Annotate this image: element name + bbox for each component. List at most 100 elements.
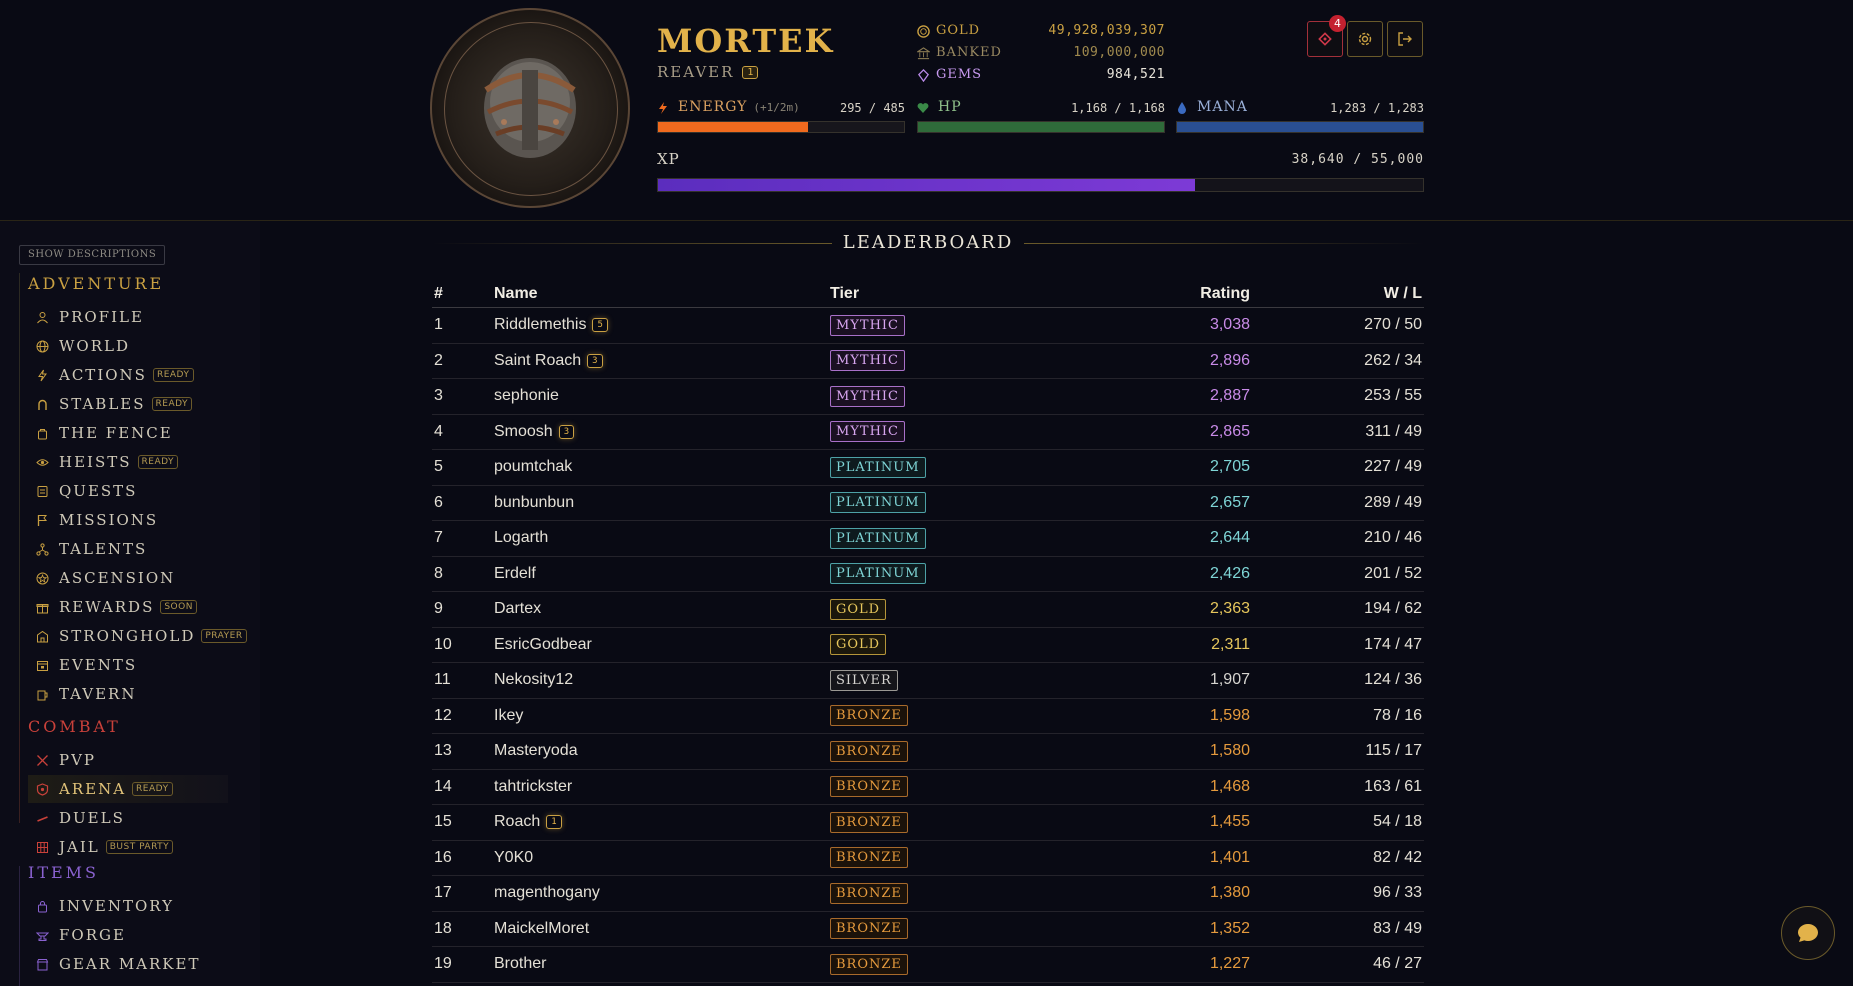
tier-badge: BRONZE — [830, 740, 908, 762]
nav-stronghold[interactable]: STRONGHOLD PRAYER — [28, 622, 247, 650]
name-cell[interactable]: MaickelMoret — [494, 911, 830, 947]
adventure-divider — [19, 273, 20, 721]
nav-events[interactable]: EVENTS — [28, 651, 228, 679]
nav-the-fence[interactable]: THE FENCE — [28, 419, 228, 447]
nav-missions[interactable]: MISSIONS — [28, 506, 228, 534]
player-name-text: Brother — [494, 955, 547, 973]
tier-cell: BRONZE — [830, 875, 1070, 912]
player-name-text: Y0K0 — [494, 848, 534, 866]
player-avatar[interactable] — [430, 8, 630, 208]
table-row[interactable]: 16 Y0K0 BRONZE 1,401 82 / 42 — [432, 840, 1424, 876]
name-cell[interactable]: Nekosity12 — [494, 662, 830, 699]
name-cell[interactable]: Y0K0 — [494, 840, 830, 876]
table-row[interactable]: 18 MaickelMoret BRONZE 1,352 83 / 49 — [432, 911, 1424, 947]
wl-cell: 201 / 52 — [1250, 556, 1424, 592]
xp-value: 38,640 / 55,000 — [1291, 152, 1424, 167]
nav-stables[interactable]: STABLES READY — [28, 390, 228, 418]
nav-forge[interactable]: FORGE — [28, 921, 228, 949]
energy-label-text: ENERGY — [678, 99, 748, 115]
nav-jail[interactable]: JAIL BUST PARTY — [28, 833, 228, 861]
table-row[interactable]: 11 Nekosity12 SILVER 1,907 124 / 36 — [432, 662, 1424, 699]
table-row[interactable]: 19 Brother BRONZE 1,227 46 / 27 — [432, 946, 1424, 983]
table-row[interactable]: 12 Ikey BRONZE 1,598 78 / 16 — [432, 698, 1424, 734]
table-row[interactable]: 3 sephonie MYTHIC 2,887 253 / 55 — [432, 378, 1424, 415]
name-cell[interactable]: poumtchak — [494, 449, 830, 486]
crossed-swords-icon — [37, 754, 48, 766]
name-cell[interactable]: Riddlemethis 5 — [494, 307, 830, 344]
table-row[interactable]: 7 Logarth PLATINUM 2,644 210 / 46 — [432, 520, 1424, 557]
tier-badge: PLATINUM — [830, 492, 926, 514]
nav-the-fence-label: THE FENCE — [59, 424, 173, 442]
hp-bar-fill — [918, 122, 1164, 132]
name-cell[interactable]: Smoosh 3 — [494, 414, 830, 450]
logout-button[interactable] — [1387, 21, 1423, 57]
name-cell[interactable]: Ikey — [494, 698, 830, 734]
nav-duels[interactable]: DUELS — [28, 804, 228, 832]
name-cell[interactable]: Erdelf — [494, 556, 830, 592]
eye-icon — [36, 458, 49, 466]
col-tier[interactable]: Tier — [830, 280, 1070, 308]
nav-ascension[interactable]: ASCENSION — [28, 564, 228, 592]
col-wl[interactable]: W / L — [1250, 280, 1424, 308]
nav-gear-market-label: GEAR MARKET — [59, 955, 201, 973]
name-cell[interactable]: Roach 1 — [494, 804, 830, 841]
name-cell[interactable]: Saint Roach 3 — [494, 343, 830, 379]
nav-forge-label: FORGE — [59, 926, 126, 944]
table-row[interactable]: 14 tahtrickster BRONZE 1,468 163 / 61 — [432, 769, 1424, 805]
nav-actions[interactable]: ACTIONS READY — [28, 361, 228, 389]
show-descriptions-button[interactable]: SHOW DESCRIPTIONS — [19, 245, 166, 265]
tier-cell: BRONZE — [830, 946, 1070, 983]
table-row[interactable]: 5 poumtchak PLATINUM 2,705 227 / 49 — [432, 449, 1424, 486]
nav-profile[interactable]: PROFILE — [28, 303, 228, 331]
player-name-text: Ikey — [494, 706, 524, 724]
name-cell[interactable]: Dartex — [494, 591, 830, 628]
rank-cell: 13 — [432, 733, 494, 770]
nav-gear-market[interactable]: GEAR MARKET — [28, 950, 228, 978]
name-cell[interactable]: bunbunbun — [494, 485, 830, 521]
wl-cell: 311 / 49 — [1250, 414, 1424, 450]
nav-rewards[interactable]: REWARDS SOON — [28, 593, 228, 621]
col-rating[interactable]: Rating — [1070, 280, 1250, 308]
mana-value: 1,283 / 1,283 — [1330, 101, 1424, 115]
gems-label: GEMS — [936, 67, 983, 82]
nav-quests[interactable]: QUESTS — [28, 477, 228, 505]
player-name-text: poumtchak — [494, 458, 573, 476]
table-row[interactable]: 9 Dartex GOLD 2,363 194 / 62 — [432, 591, 1424, 628]
table-row[interactable]: 4 Smoosh 3 MYTHIC 2,865 311 / 49 — [432, 414, 1424, 450]
table-row[interactable]: 10 EsricGodbear GOLD 2,311 174 / 47 — [432, 627, 1424, 663]
energy-bar-fill — [658, 122, 808, 132]
table-row[interactable]: 6 bunbunbun PLATINUM 2,657 289 / 49 — [432, 485, 1424, 521]
nav-stables-label: STABLES — [59, 395, 146, 413]
name-cell[interactable]: Logarth — [494, 520, 830, 557]
chat-button[interactable] — [1781, 906, 1835, 960]
table-row[interactable]: 15 Roach 1 BRONZE 1,455 54 / 18 — [432, 804, 1424, 841]
nav-world[interactable]: WORLD — [28, 332, 228, 360]
rank-cell: 16 — [432, 840, 494, 876]
player-name-text: Saint Roach — [494, 351, 582, 369]
name-cell[interactable]: magenthogany — [494, 875, 830, 912]
name-cell[interactable]: sephonie — [494, 378, 830, 415]
rank-cell: 12 — [432, 698, 494, 734]
nav-tavern[interactable]: TAVERN — [28, 680, 228, 708]
name-cell[interactable]: Masteryoda — [494, 733, 830, 770]
nav-inventory-label: INVENTORY — [59, 897, 174, 915]
settings-button[interactable] — [1347, 21, 1383, 57]
table-row[interactable]: 13 Masteryoda BRONZE 1,580 115 / 17 — [432, 733, 1424, 770]
nav-talents[interactable]: TALENTS — [28, 535, 228, 563]
nav-pvp[interactable]: PVP — [28, 746, 228, 774]
nav-heists[interactable]: HEISTS READY — [28, 448, 228, 476]
name-cell[interactable]: Brother — [494, 946, 830, 983]
table-row[interactable]: 17 magenthogany BRONZE 1,380 96 / 33 — [432, 875, 1424, 912]
table-row[interactable]: 8 Erdelf PLATINUM 2,426 201 / 52 — [432, 556, 1424, 592]
table-row[interactable]: 1 Riddlemethis 5 MYTHIC 3,038 270 / 50 — [432, 307, 1424, 344]
nav-arena[interactable]: ARENA READY — [28, 775, 228, 803]
player-name-text: Masteryoda — [494, 742, 578, 760]
col-name[interactable]: Name — [494, 280, 830, 308]
name-cell[interactable]: tahtrickster — [494, 769, 830, 805]
name-cell[interactable]: EsricGodbear — [494, 627, 830, 663]
nav-ascension-label: ASCENSION — [59, 569, 176, 587]
table-row[interactable]: 2 Saint Roach 3 MYTHIC 2,896 262 / 34 — [432, 343, 1424, 379]
mug-icon — [37, 690, 48, 700]
nav-inventory[interactable]: INVENTORY — [28, 892, 228, 920]
col-rank[interactable]: # — [432, 280, 494, 308]
